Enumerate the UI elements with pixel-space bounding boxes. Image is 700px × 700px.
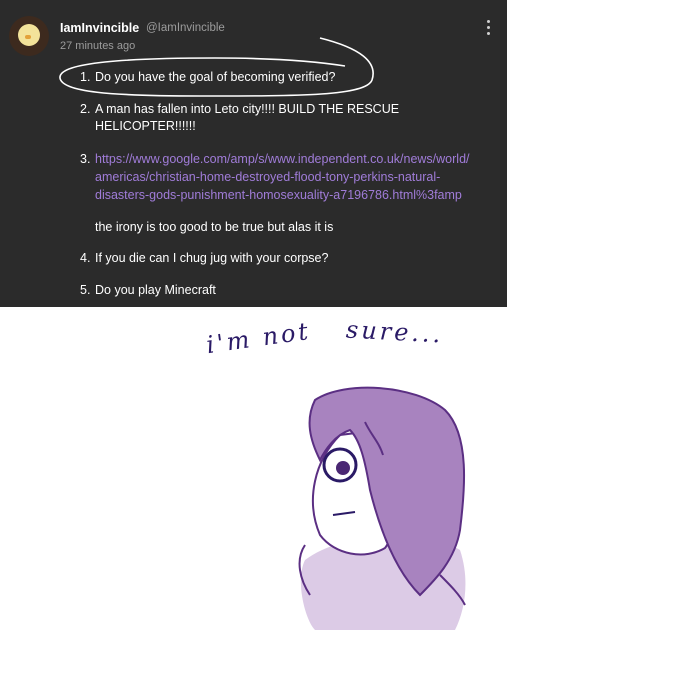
list-item: 3. https://www.google.com/amp/s/www.indep… (80, 152, 470, 166)
list-item-continuation: HELICOPTER!!!!!! (95, 119, 196, 133)
list-item-note: the irony is too good to be true but ala… (95, 220, 334, 234)
handwritten-caption-2: sure... (345, 315, 445, 349)
list-item: 1. Do you have the goal of becoming verif… (80, 70, 336, 84)
character-drawing (298, 386, 466, 630)
list-item: 4. If you die can I chug jug with your co… (80, 251, 329, 265)
list-item: 5. Do you play Minecraft (80, 283, 216, 297)
handwritten-caption-1: i'm not (204, 316, 313, 360)
link-line[interactable]: americas/christian-home-destroyed-flood-… (95, 169, 440, 186)
comment-card: IamInvincible @IamInvincible 27 minutes … (0, 0, 507, 307)
link[interactable]: https://www.google.com/amp/s/www.indepen… (95, 152, 470, 166)
list-item: 2. A man has fallen into Leto city!!!! BU… (80, 102, 400, 116)
link-line[interactable]: disasters-gods-punishment-homosexuality-… (95, 187, 462, 204)
hand-drawn-circle (59, 37, 374, 97)
